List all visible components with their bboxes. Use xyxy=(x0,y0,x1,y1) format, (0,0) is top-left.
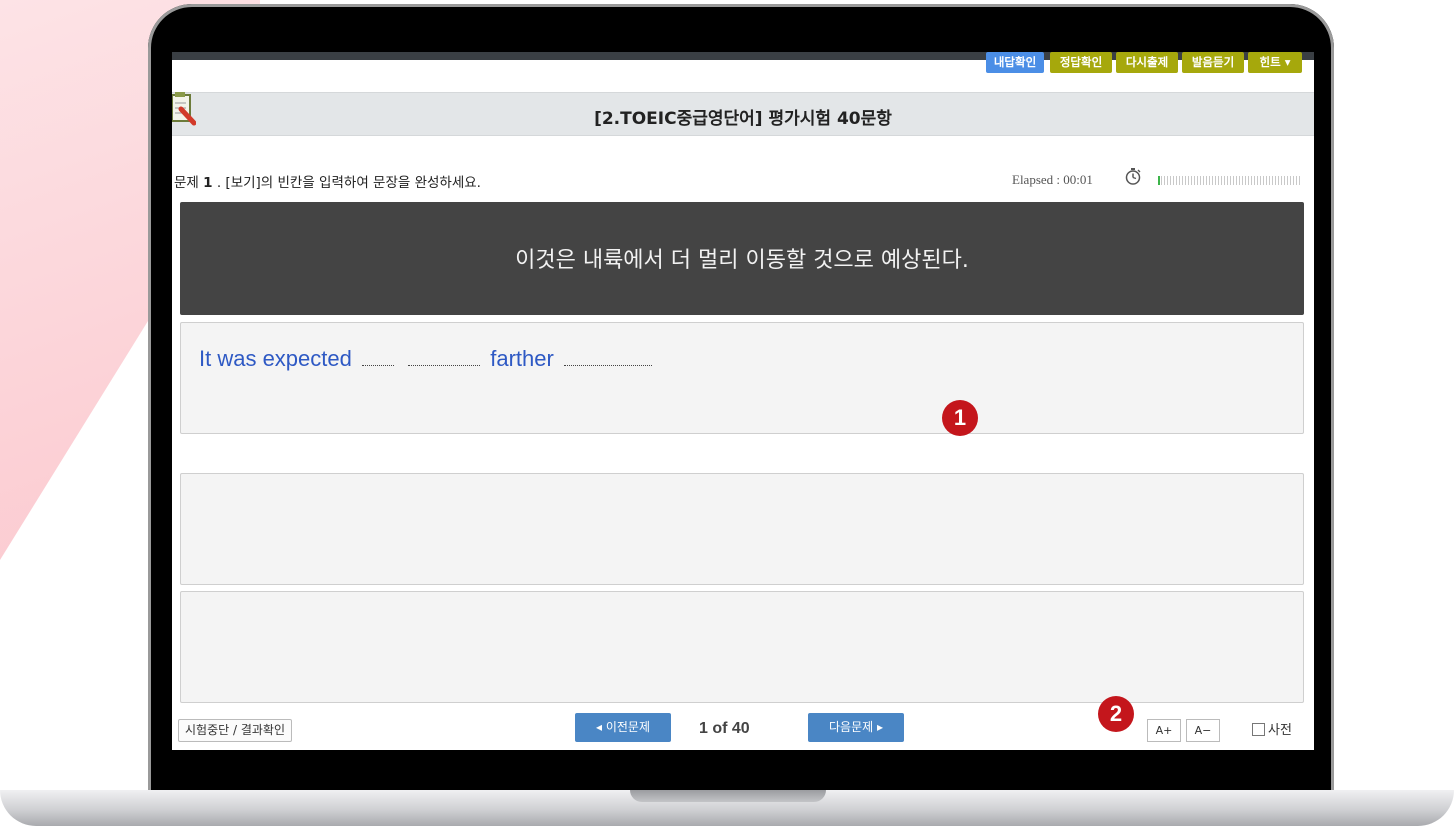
page-indicator: 1 of 40 xyxy=(699,720,750,737)
callout-marker-2: 2 xyxy=(1098,696,1134,732)
retry-button[interactable]: 다시출제 xyxy=(1116,52,1178,73)
font-decrease-button[interactable]: A− xyxy=(1186,719,1220,742)
font-increase-button[interactable]: A+ xyxy=(1147,719,1181,742)
explanation-panel xyxy=(180,591,1304,703)
stopwatch-icon xyxy=(1125,168,1141,185)
page-title: [2.TOEIC중급영단어] 평가시험 40문항 xyxy=(594,109,892,129)
question-number: 1 xyxy=(203,175,213,191)
hint-dropdown-button[interactable]: 힌트 ▾ xyxy=(1248,52,1302,73)
dictionary-checkbox[interactable] xyxy=(1252,723,1265,736)
time-progress-bar xyxy=(1158,176,1300,185)
prompt-sentence: 이것은 내륙에서 더 멀리 이동할 것으로 예상된다. xyxy=(515,248,969,273)
dictionary-label: 사전 xyxy=(1268,723,1292,738)
next-question-button[interactable]: 다음문제 ▸ xyxy=(808,713,904,742)
answer-box: It was expected farther xyxy=(180,322,1304,434)
laptop-notch xyxy=(630,790,826,802)
prompt-box: 이것은 내륙에서 더 멀리 이동할 것으로 예상된다. xyxy=(180,202,1304,315)
sentence-part-2: farther xyxy=(490,346,554,371)
callout-marker-1: 1 xyxy=(942,400,978,436)
app-screen: [2.TOEIC중급영단어] 평가시험 40문항 문제 1 . [보기]의 빈칸… xyxy=(172,52,1314,750)
prev-question-button[interactable]: ◂ 이전문제 xyxy=(575,713,671,742)
sentence-part-1: It was expected xyxy=(199,346,352,371)
elapsed-time: Elapsed : 00:01 xyxy=(1012,172,1093,187)
title-bar: [2.TOEIC중급영단어] 평가시험 40문항 xyxy=(172,92,1314,136)
question-prefix: 문제 xyxy=(174,175,204,191)
my-answer-button[interactable]: 내답확인 xyxy=(986,52,1044,73)
question-instruction: 문제 1 . [보기]의 빈칸을 입력하여 문장을 완성하세요. xyxy=(174,171,481,191)
time-progress-fill xyxy=(1158,176,1160,185)
answer-sentence: It was expected farther xyxy=(199,343,656,372)
stop-exam-button[interactable]: 시험중단 / 결과확인 xyxy=(178,719,292,742)
blank-input-1[interactable] xyxy=(362,343,394,366)
blank-input-2[interactable] xyxy=(408,343,481,366)
result-panel xyxy=(180,473,1304,585)
question-text: . [보기]의 빈칸을 입력하여 문장을 완성하세요. xyxy=(212,175,481,191)
correct-answer-button[interactable]: 정답확인 xyxy=(1050,52,1112,73)
blank-input-3[interactable] xyxy=(563,343,652,366)
listen-button[interactable]: 발음듣기 xyxy=(1182,52,1244,73)
